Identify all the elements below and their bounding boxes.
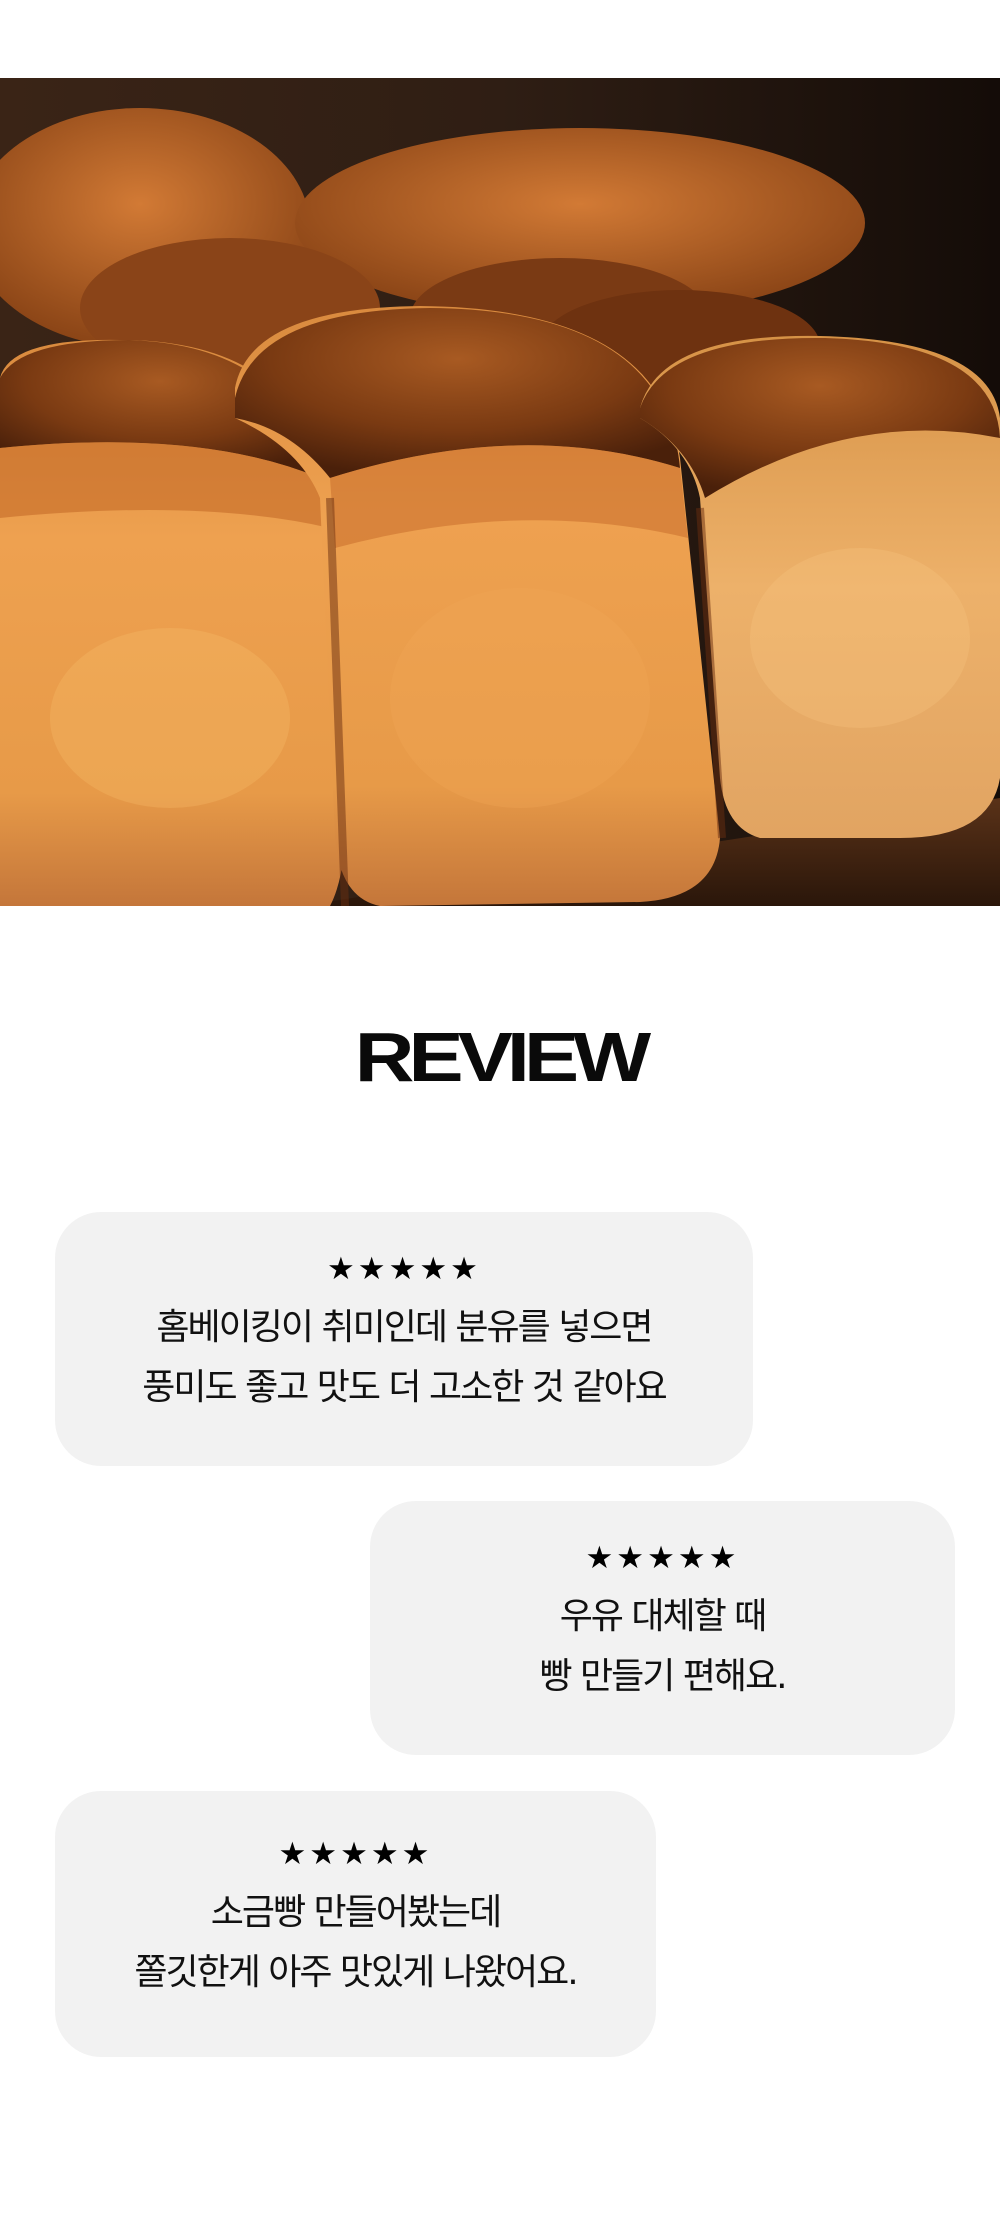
review-text-line-1: 우유 대체할 때 [559,1596,768,1637]
star-rating-icon: ★★★★★ [278,1836,433,1872]
review-card: ★★★★★ 소금빵 만들어봤는데 쫄깃한게 아주 맛있게 나왔어요. [55,1791,656,2057]
review-section-title: REVIEW [354,1018,651,1096]
bread-hero-image [0,78,1000,906]
review-text-line-2: 쫄깃한게 아주 맛있게 나왔어요. [134,1952,578,1993]
review-text-line-1: 소금빵 만들어봤는데 [210,1892,503,1933]
review-card: ★★★★★ 우유 대체할 때 빵 만들기 편해요. [370,1501,955,1755]
review-text-line-2: 풍미도 좋고 맛도 더 고소한 것 같아요 [142,1367,667,1408]
review-text-line-1: 홈베이킹이 취미인데 분유를 넣으면 [156,1307,653,1348]
star-rating-icon: ★★★★★ [327,1251,481,1287]
review-card: ★★★★★ 홈베이킹이 취미인데 분유를 넣으면 풍미도 좋고 맛도 더 고소한… [55,1212,753,1466]
review-text-line-2: 빵 만들기 편해요. [539,1656,787,1697]
star-rating-icon: ★★★★★ [585,1540,740,1576]
